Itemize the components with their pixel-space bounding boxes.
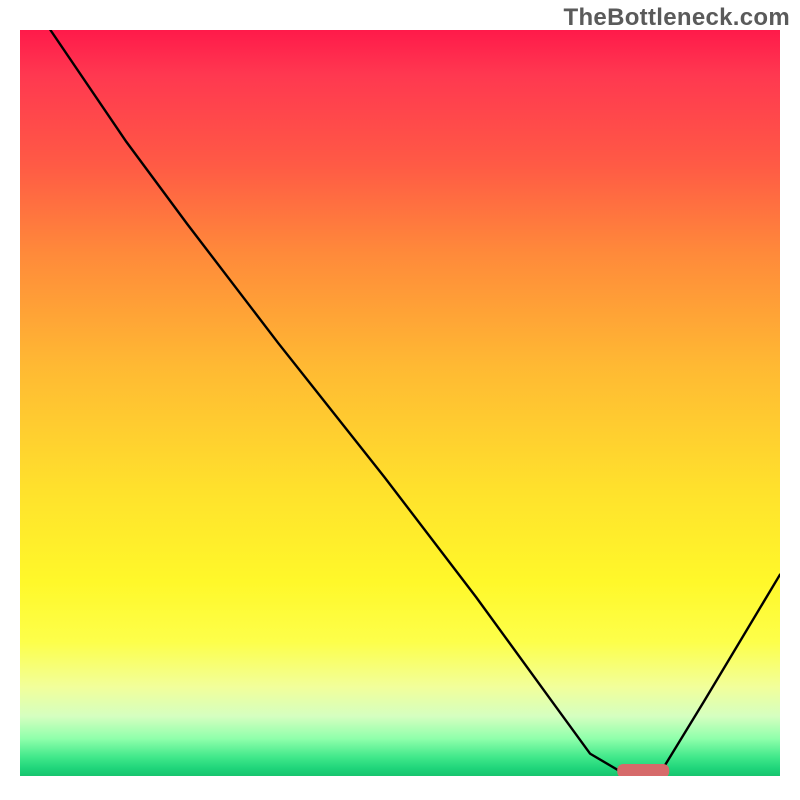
plot-area (20, 30, 780, 776)
watermark-text: TheBottleneck.com (564, 4, 790, 32)
chart-overlay (20, 30, 780, 776)
chart-container: TheBottleneck.com (0, 0, 800, 800)
optimal-marker (617, 764, 669, 776)
bottleneck-curve (50, 30, 780, 776)
